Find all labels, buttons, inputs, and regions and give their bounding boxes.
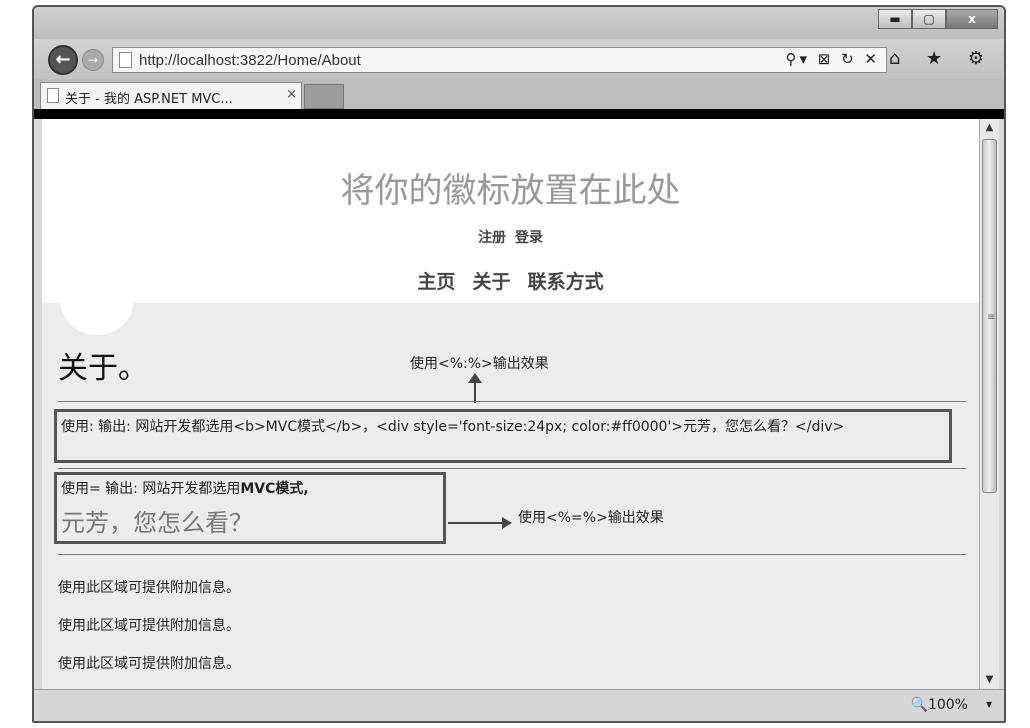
url-text[interactable]: http://localhost:3822/Home/About [139,52,361,69]
info-line: 使用此区域可提供附加信息。 [58,618,240,634]
raw-output-prefix: 使用= 输出: 网站开发都选用 [61,481,241,497]
close-window-button[interactable]: x [946,9,998,29]
main-menu: 主页 关于 联系方式 [42,267,979,294]
navigation-bar: ← → http://localhost:3822/Home/About ⚲▾ … [34,39,1004,79]
login-links[interactable]: 注册 登录 [42,227,979,247]
maximize-button[interactable]: ▢ [912,9,946,29]
zoom-level[interactable]: 🔍100% [911,697,968,713]
divider [58,554,966,555]
divider [58,468,966,469]
arrow-up-line [474,381,476,403]
scroll-thumb[interactable]: ≡ [982,139,997,493]
arrow-right-icon [502,517,512,529]
menu-item-about[interactable]: 关于 [472,271,510,293]
scroll-grip-icon: ≡ [987,312,996,323]
arrow-right-line [448,522,504,524]
vertical-scrollbar[interactable]: ▲ ≡ ▼ [979,119,999,689]
browser-window: ▬ ▢ x ← → http://localhost:3822/Home/Abo… [32,5,1006,723]
encoded-output-text: 使用: 输出: 网站开发都选用<b>MVC模式</b>，<div style='… [61,419,845,435]
tab-strip: 关于 - 我的 ASP.NET MVC... × [34,79,1004,109]
status-bar: 🔍100% ▾ [34,689,1004,721]
menu-item-contact[interactable]: 联系方式 [528,271,604,293]
new-tab-button[interactable] [304,84,344,109]
tab-about[interactable]: 关于 - 我的 ASP.NET MVC... × [40,82,302,109]
page-viewport: 将你的徽标放置在此处 注册 登录 主页 关于 联系方式 关于。 使用<%:%>输… [42,119,979,689]
home-favorites-tools-icons[interactable]: ⌂ ★ ⚙ [889,48,994,69]
annotation-colon-output: 使用<%:%>输出效果 [410,356,549,372]
forward-button[interactable]: → [82,49,104,71]
annotation-equals-output: 使用<%=%>输出效果 [518,510,664,526]
site-logo: 将你的徽标放置在此处 [340,171,681,211]
tab-close-icon[interactable]: × [286,87,297,102]
address-tools-icons[interactable]: ⚲▾ ⊠ ↻ ✕ [785,50,880,68]
scroll-down-icon[interactable]: ▼ [980,671,999,689]
page-icon [119,52,132,68]
minimize-button[interactable]: ▬ [878,9,912,29]
info-line: 使用此区域可提供附加信息。 [58,580,240,596]
tab-label: 关于 - 我的 ASP.NET MVC... [65,92,233,107]
back-button[interactable]: ← [48,45,78,75]
decorative-corner [60,297,134,335]
encoded-output-box: 使用: 输出: 网站开发都选用<b>MVC模式</b>，<div style='… [54,409,952,463]
raw-output-line1: 使用= 输出: 网站开发都选用MVC模式, [61,478,309,498]
scroll-up-icon[interactable]: ▲ [980,119,999,137]
raw-output-styled-text: 元芳，您怎么看？ [61,509,253,537]
divider [58,401,966,402]
address-bar[interactable]: http://localhost:3822/Home/About ⚲▾ ⊠ ↻ … [112,47,887,73]
title-bar: ▬ ▢ x [34,7,1004,39]
menu-item-home[interactable]: 主页 [417,271,455,293]
page-icon [47,88,59,103]
page-top-bar [34,109,1004,119]
raw-output-box: 使用= 输出: 网站开发都选用MVC模式, 元芳，您怎么看？ [54,472,446,544]
raw-output-bold: MVC模式, [240,481,309,497]
zoom-dropdown-icon[interactable]: ▾ [986,697,992,711]
main-content: 关于。 使用<%:%>输出效果 使用: 输出: 网站开发都选用<b>MVC模式<… [42,297,979,689]
window-controls: ▬ ▢ x [878,9,998,29]
info-line: 使用此区域可提供附加信息。 [58,656,240,672]
page-title: 关于。 [58,351,148,386]
site-header: 将你的徽标放置在此处 注册 登录 主页 关于 联系方式 [42,119,979,303]
